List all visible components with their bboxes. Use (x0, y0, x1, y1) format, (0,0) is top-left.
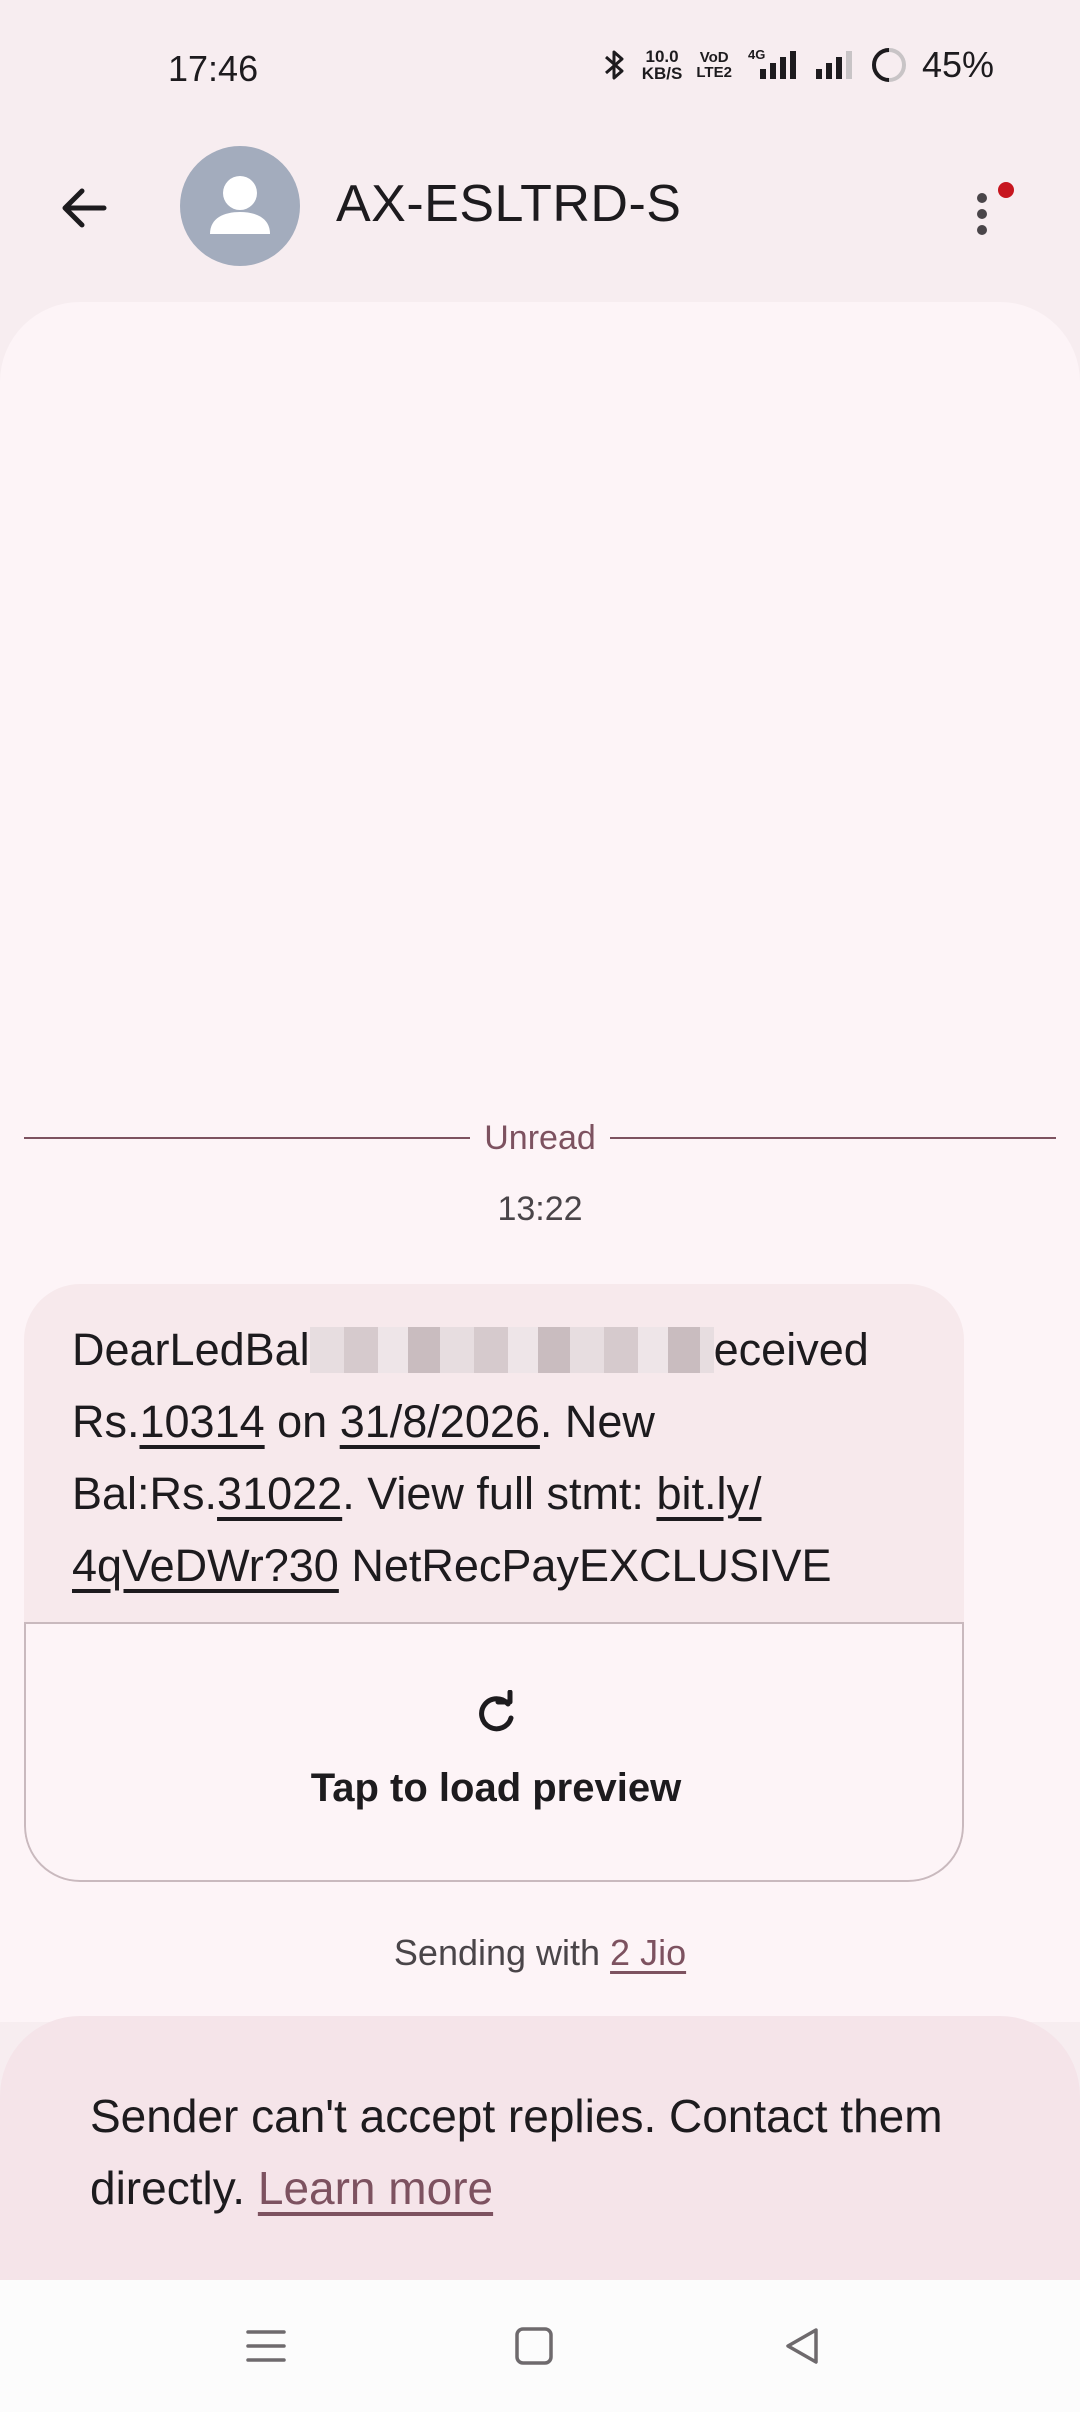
battery-percent: 45% (921, 44, 994, 85)
message-text-4: on (264, 1396, 340, 1447)
sending-sim-info: Sending with 2 Jio (0, 1932, 1080, 1974)
reply-notice: Sender can't accept replies. Contact the… (0, 2016, 1080, 2280)
more-options-button[interactable] (934, 166, 1030, 262)
app-bar: AX-ESLTRD-S (0, 140, 1080, 270)
notification-dot (998, 182, 1014, 198)
person-icon (210, 176, 270, 234)
message-text-5: . New (539, 1396, 655, 1447)
volte-indicator: VoD LTE2 (696, 50, 732, 80)
sim-selector-link[interactable]: 2 Jio (610, 1932, 686, 1973)
refresh-icon (479, 1690, 514, 1732)
amount-link[interactable]: 10314 (140, 1396, 265, 1447)
message-text-1: DearLedBal (72, 1324, 310, 1375)
sending-prefix: Sending with (393, 1932, 611, 1973)
net-speed-unit: KB/S (641, 64, 683, 83)
more-vert-icon (977, 193, 987, 235)
arrow-back-icon (62, 188, 107, 228)
conversation-title[interactable]: AX-ESLTRD-S (336, 174, 681, 234)
signal-sim2-icon (814, 47, 856, 83)
back-button[interactable] (52, 176, 116, 240)
link-preview-card[interactable]: Tap to load preview (24, 1622, 964, 1882)
reply-notice-text: Sender can't accept replies. Contact the… (90, 2080, 990, 2224)
divider-line-left (24, 1137, 471, 1139)
net-speed-value: 10.0 (645, 47, 679, 66)
message-text-6: Bal:Rs. (72, 1468, 218, 1519)
signal-sim1-icon: 4G (746, 47, 800, 83)
volte-bottom: LTE2 (696, 64, 732, 81)
tap-to-load-preview[interactable]: Tap to load preview (26, 1766, 964, 1811)
message-text-7: . View full stmt: (342, 1468, 657, 1519)
status-icons: 10.0 KB/S VoD LTE2 4G 45% (602, 44, 994, 86)
message-text-3: Rs. (72, 1396, 140, 1447)
home-button[interactable] (502, 2314, 566, 2378)
redacted-block (309, 1327, 714, 1373)
learn-more-link[interactable]: Learn more (258, 2162, 493, 2214)
triangle-back-icon (786, 2328, 818, 2364)
square-home-icon (515, 2327, 553, 2365)
message-text-8: NetRecPayEXCLUSIVE (338, 1540, 832, 1591)
status-time: 17:46 (168, 48, 259, 89)
date-link[interactable]: 31/8/2026 (340, 1396, 540, 1447)
url-link-part1[interactable]: bit.ly/ (656, 1468, 761, 1519)
recents-button[interactable] (234, 2314, 298, 2378)
url-link-part2[interactable]: 4qVeDWr?30 (72, 1540, 339, 1591)
bluetooth-icon (602, 47, 628, 83)
net-speed: 10.0 KB/S (642, 48, 683, 82)
unread-label: Unread (484, 1118, 596, 1157)
status-bar: 17:46 10.0 KB/S VoD LTE2 4G 45% (0, 0, 1080, 140)
message-text-2: eceived (713, 1324, 869, 1375)
message-timestamp: 13:22 (497, 1190, 583, 1228)
system-navigation-bar (0, 2280, 1080, 2412)
volte-top: VoD (699, 49, 729, 66)
menu-lines-icon (246, 2330, 286, 2362)
battery-icon (870, 46, 908, 84)
network-type: 4G (748, 47, 765, 62)
unread-divider: Unread (24, 1116, 1057, 1160)
message-body: DearLedBal eceived Rs.10314 on 31/8/2026.… (24, 1284, 964, 1622)
divider-line-right (609, 1137, 1057, 1139)
reply-notice-message: Sender can't accept replies. Contact the… (90, 2090, 943, 2214)
nav-back-button[interactable] (770, 2314, 834, 2378)
balance-link[interactable]: 31022 (217, 1468, 342, 1519)
message-bubble[interactable]: DearLedBal eceived Rs.10314 on 31/8/2026.… (24, 1284, 964, 1882)
avatar[interactable] (180, 146, 300, 266)
